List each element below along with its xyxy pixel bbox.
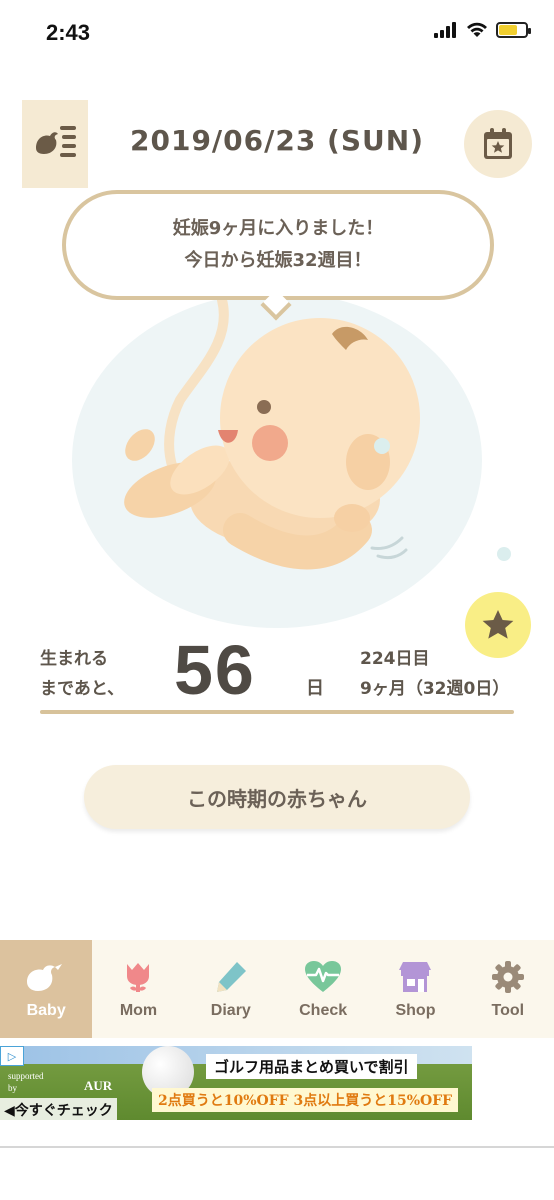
- battery-icon: [496, 22, 531, 38]
- battery-level: [499, 25, 518, 35]
- gear-icon: [491, 961, 524, 993]
- heart-pulse-icon: [305, 961, 342, 992]
- bird-icon: [27, 964, 63, 991]
- tab-check-label: Check: [299, 1002, 348, 1019]
- star-icon: [482, 610, 514, 639]
- ad-headline: ゴルフ用品まとめ買いで割引: [206, 1054, 417, 1079]
- tab-diary-label: Diary: [210, 1002, 251, 1019]
- calendar-star-icon: [484, 128, 512, 159]
- tab-check[interactable]: Check: [277, 940, 369, 1038]
- baby-illustration: [124, 295, 420, 570]
- countdown-left-line2: まであと、: [40, 679, 125, 699]
- ad-banner[interactable]: ▷ supported by AUR ゴルフ用品まとめ買いで割引 2点買うと10…: [0, 1046, 472, 1120]
- countdown-left-label: 生まれる まであと、: [40, 644, 124, 704]
- days-remaining: 56: [174, 631, 256, 709]
- pencil-icon: [216, 962, 246, 992]
- ad-brand-logo: AUR: [84, 1078, 113, 1093]
- tab-mom[interactable]: Mom: [92, 940, 184, 1038]
- ad-offer: 2点買うと10%OFF 3点以上買うと15%OFF: [152, 1088, 459, 1112]
- tab-tool[interactable]: Tool: [462, 940, 554, 1038]
- wifi-icon: [467, 22, 487, 37]
- bubble-line-1: 妊娠9ヶ月に入りました！: [172, 218, 384, 239]
- tab-baby[interactable]: Baby: [0, 940, 93, 1038]
- shop-icon: [399, 962, 432, 992]
- tab-diary[interactable]: Diary: [185, 940, 277, 1038]
- pregnancy-week: 9ヶ月（32週0日）: [360, 679, 510, 699]
- baby-this-period-button[interactable]: この時期の赤ちゃん: [84, 765, 470, 829]
- days-unit: 日: [306, 678, 324, 699]
- signal-icon: [434, 22, 456, 38]
- tulip-icon: [127, 963, 150, 992]
- tab-bar: Baby Mom Diary Check Shop Tool: [0, 940, 554, 1038]
- status-bar: 2:43: [0, 0, 554, 66]
- tab-shop[interactable]: Shop: [369, 940, 461, 1038]
- tab-tool-label: Tool: [491, 1002, 525, 1019]
- status-time: 2:43: [46, 20, 91, 45]
- countdown-left-line1: 生まれる: [40, 649, 108, 669]
- tab-baby-label: Baby: [26, 1002, 66, 1019]
- status-icons: [434, 22, 531, 38]
- divider-bar: [40, 710, 514, 714]
- home-area: [0, 1148, 554, 1200]
- tab-mom-label: Mom: [119, 1002, 158, 1019]
- tab-shop-label: Shop: [395, 1002, 436, 1019]
- ad-check-now-link[interactable]: ◀今すぐチェック: [0, 1098, 117, 1120]
- ad-info-icon[interactable]: ▷: [0, 1046, 24, 1066]
- ad-supported-by: supported by: [8, 1071, 44, 1093]
- calendar-button[interactable]: [464, 110, 532, 178]
- favorite-button[interactable]: [465, 592, 531, 658]
- bubble-line-2: 今日から妊娠32週目！: [184, 250, 372, 271]
- message-bubble: 妊娠9ヶ月に入りました！ 今日から妊娠32週目！: [62, 190, 494, 300]
